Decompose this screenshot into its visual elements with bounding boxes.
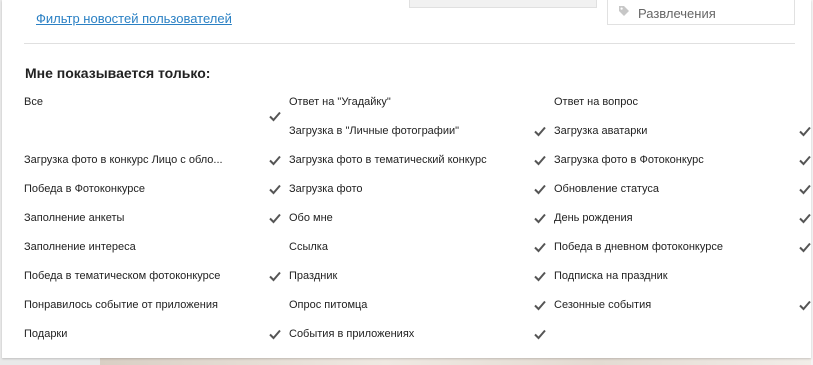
section-heading: Мне показывается только: xyxy=(25,65,211,81)
event-type-label: Обо мне xyxy=(289,212,333,224)
event-type-label: События в приложениях xyxy=(289,328,415,340)
event-type-label: Загрузка в "Личные фотографии" xyxy=(289,125,460,137)
checkmark-icon xyxy=(534,213,546,224)
event-type-label: Загрузка фото в тематический конкурс xyxy=(289,154,487,166)
event-type-item[interactable]: Загрузка фото в тематический конкурс xyxy=(289,149,547,171)
event-type-label: Загрузка фото xyxy=(289,183,363,195)
event-type-item[interactable]: Опрос питомца xyxy=(289,294,547,316)
event-type-label: Победа в дневном фотоконкурсе xyxy=(554,241,723,253)
event-type-item[interactable]: Заполнение интереса xyxy=(24,236,282,258)
event-type-label: Праздник xyxy=(289,270,338,282)
event-type-item[interactable]: Понравилось событие от приложения xyxy=(24,294,282,316)
event-type-label: Заполнение интереса xyxy=(24,241,136,253)
checkmark-icon xyxy=(799,213,811,224)
checkmark-icon xyxy=(269,329,281,340)
checkmark-icon xyxy=(534,242,546,253)
user-news-filter-link[interactable]: Фильтр новостей пользователей xyxy=(36,11,232,26)
event-type-label: Загрузка аватарки xyxy=(554,125,648,137)
checkmark-icon xyxy=(534,184,546,195)
event-type-label: Загрузка фото в Фотоконкурс xyxy=(554,154,704,166)
checkmark-icon xyxy=(534,329,546,340)
event-type-label: Ответ на вопрос xyxy=(554,96,638,108)
event-type-item[interactable]: Заполнение анкеты xyxy=(24,207,282,229)
entertainment-label: Развлечения xyxy=(638,6,716,21)
checkmark-icon xyxy=(799,300,811,311)
entertainment-button[interactable]: Развлечения xyxy=(607,0,795,25)
event-type-item[interactable]: Победа в дневном фотоконкурсе xyxy=(554,236,812,258)
event-type-item[interactable]: Сезонные события xyxy=(554,294,812,316)
checkmark-icon xyxy=(534,300,546,311)
checkmark-icon xyxy=(269,184,281,195)
event-type-label: День рождения xyxy=(554,212,633,224)
event-type-label: Заполнение анкеты xyxy=(24,212,125,224)
tag-icon xyxy=(619,6,629,16)
event-type-item[interactable]: Загрузка в "Личные фотографии" xyxy=(289,120,547,142)
event-type-label: Загрузка фото в конкурс Лицо с обло... xyxy=(24,154,223,166)
checkmark-icon xyxy=(799,126,811,137)
checkmark-icon xyxy=(799,155,811,166)
event-type-item[interactable]: Ссылка xyxy=(289,236,547,258)
checkmark-icon xyxy=(799,242,811,253)
event-type-item[interactable]: Обо мне xyxy=(289,207,547,229)
event-type-item[interactable]: Загрузка аватарки xyxy=(554,120,812,142)
top-tab-box xyxy=(409,0,597,8)
event-type-label: Ответ на "Угадайку" xyxy=(289,96,391,108)
event-type-label: Сезонные события xyxy=(554,299,652,311)
checkmark-icon xyxy=(269,155,281,166)
event-type-item[interactable]: День рождения xyxy=(554,207,812,229)
event-type-item[interactable]: Победа в Фотоконкурсе xyxy=(24,178,282,200)
checkmark-icon xyxy=(534,126,546,137)
event-type-item[interactable]: Праздник xyxy=(289,265,547,287)
checkmark-icon xyxy=(269,111,281,122)
event-type-item[interactable]: События в приложениях xyxy=(289,323,547,345)
event-type-label: Ссылка xyxy=(289,241,328,253)
checkmark-icon xyxy=(269,271,281,282)
event-type-label: Победа в тематическом фотоконкурсе xyxy=(24,270,221,282)
divider xyxy=(24,43,795,44)
event-type-item[interactable]: Обновление статуса xyxy=(554,178,812,200)
event-type-item[interactable]: Загрузка фото в Фотоконкурс xyxy=(554,149,812,171)
checkmark-icon xyxy=(534,271,546,282)
event-type-item[interactable]: Подарки xyxy=(24,323,282,345)
event-type-label: Опрос питомца xyxy=(289,299,368,311)
event-type-label: Подписка на праздник xyxy=(554,270,668,282)
event-type-label: Победа в Фотоконкурсе xyxy=(24,183,146,195)
event-type-label: Обновление статуса xyxy=(554,183,660,195)
event-type-item[interactable]: Все xyxy=(24,91,282,122)
checkmark-icon xyxy=(269,213,281,224)
event-type-label: Подарки xyxy=(24,328,68,340)
event-type-item[interactable]: Ответ на вопрос xyxy=(554,91,812,113)
event-type-item[interactable]: Ответ на "Угадайку" xyxy=(289,91,547,113)
checkmark-icon xyxy=(799,184,811,195)
event-type-item[interactable]: Победа в тематическом фотоконкурсе xyxy=(24,265,282,287)
event-type-label: Все xyxy=(24,96,43,108)
event-type-item[interactable]: Подписка на праздник xyxy=(554,265,812,287)
checkmark-icon xyxy=(534,155,546,166)
event-type-label: Понравилось событие от приложения xyxy=(24,299,218,311)
event-type-item[interactable]: Загрузка фото в конкурс Лицо с обло... xyxy=(24,149,282,171)
event-type-item[interactable]: Загрузка фото xyxy=(289,178,547,200)
news-filter-panel: Фильтр новостей пользователей Развлечени… xyxy=(2,0,811,358)
